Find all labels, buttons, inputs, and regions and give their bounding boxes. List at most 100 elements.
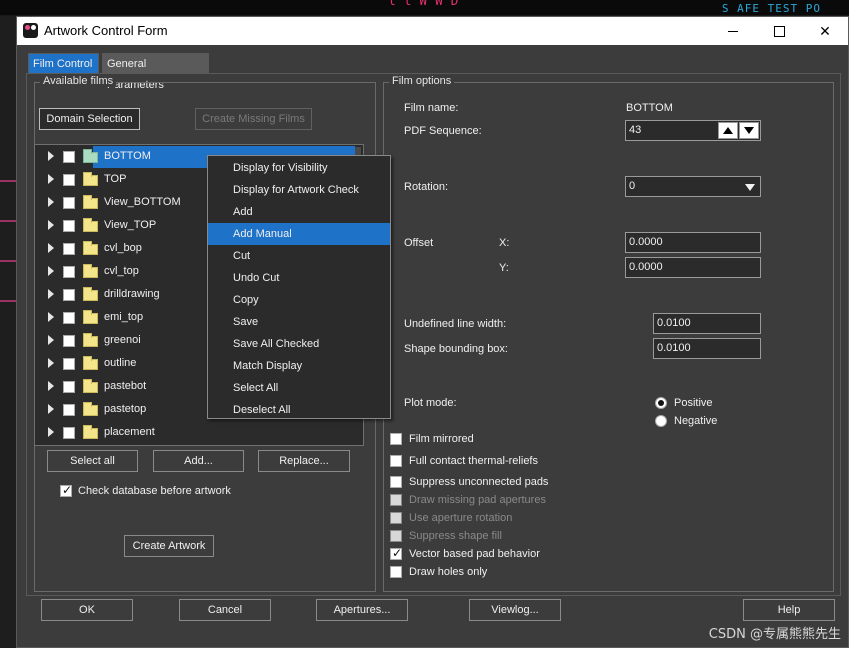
expand-arrow-icon[interactable] bbox=[48, 381, 54, 391]
help-button[interactable]: Help bbox=[743, 599, 835, 621]
close-button[interactable] bbox=[802, 17, 848, 45]
menu-item-select-all[interactable]: Select All bbox=[208, 377, 390, 399]
film-checkbox[interactable] bbox=[63, 151, 75, 163]
expand-arrow-icon[interactable] bbox=[48, 335, 54, 345]
shape-bounding-box-label: Shape bounding box: bbox=[404, 343, 508, 355]
offset-y-input[interactable]: 0.0000 bbox=[625, 257, 761, 278]
menu-item-deselect-all[interactable]: Deselect All bbox=[208, 399, 390, 421]
expand-arrow-icon[interactable] bbox=[48, 220, 54, 230]
film-checkbox[interactable] bbox=[63, 312, 75, 324]
expand-arrow-icon[interactable] bbox=[48, 151, 54, 161]
film-checkbox[interactable] bbox=[63, 266, 75, 278]
offset-x-label: X: bbox=[499, 237, 510, 249]
expand-arrow-icon[interactable] bbox=[48, 289, 54, 299]
apertures-button[interactable]: Apertures... bbox=[316, 599, 408, 621]
undefined-line-width-input[interactable]: 0.0100 bbox=[653, 313, 761, 334]
film-name: drilldrawing bbox=[104, 288, 160, 300]
film-name: cvl_bop bbox=[104, 242, 142, 254]
tab-general-parameters[interactable]: General Parameters bbox=[102, 53, 209, 91]
folder-icon bbox=[83, 264, 98, 278]
domain-selection-button[interactable]: Domain Selection bbox=[39, 108, 140, 130]
suppress-shape-fill-label: Suppress shape fill bbox=[409, 530, 502, 542]
draw-missing-pad-apertures-checkbox[interactable] bbox=[390, 494, 402, 506]
expand-arrow-icon[interactable] bbox=[48, 266, 54, 276]
menu-item-undo-cut[interactable]: Undo Cut bbox=[208, 267, 390, 289]
film-name: TOP bbox=[104, 173, 127, 185]
film-checkbox[interactable] bbox=[63, 174, 75, 186]
film-checkbox[interactable] bbox=[63, 404, 75, 416]
rotation-dropdown[interactable]: 0 bbox=[625, 176, 761, 197]
full-contact-thermal-reliefs-label: Full contact thermal-reliefs bbox=[409, 455, 538, 467]
film-name: outline bbox=[104, 357, 137, 369]
film-name: emi_top bbox=[104, 311, 144, 323]
expand-arrow-icon[interactable] bbox=[48, 427, 54, 437]
folder-icon bbox=[83, 149, 98, 163]
cancel-button[interactable]: Cancel bbox=[179, 599, 271, 621]
menu-item-match-display[interactable]: Match Display bbox=[208, 355, 390, 377]
maximize-button[interactable] bbox=[756, 17, 802, 45]
film-name: pastebot bbox=[104, 380, 147, 392]
use-aperture-rotation-checkbox[interactable] bbox=[390, 512, 402, 524]
film-checkbox[interactable] bbox=[63, 358, 75, 370]
menu-item-display-for-visibility[interactable]: Display for Visibility bbox=[208, 157, 390, 179]
film-checkbox[interactable] bbox=[63, 335, 75, 347]
select-all-button[interactable]: Select all bbox=[47, 450, 138, 472]
minimize-button[interactable] bbox=[710, 17, 756, 45]
plot-mode-negative-radio[interactable] bbox=[655, 415, 667, 427]
suppress-unconnected-pads-checkbox[interactable] bbox=[390, 476, 402, 488]
folder-icon bbox=[83, 379, 98, 393]
menu-item-display-for-artwork-check[interactable]: Display for Artwork Check bbox=[208, 179, 390, 201]
tree-item-placement[interactable]: placement bbox=[35, 422, 353, 444]
plot-mode-positive-label: Positive bbox=[674, 397, 713, 409]
film-checkbox[interactable] bbox=[63, 427, 75, 439]
film-name: BOTTOM bbox=[104, 150, 151, 162]
vector-based-pad-behavior-checkbox[interactable] bbox=[390, 546, 402, 560]
rotation-value: 0 bbox=[629, 180, 636, 192]
replace-button[interactable]: Replace... bbox=[258, 450, 350, 472]
folder-icon bbox=[83, 172, 98, 186]
pdf-sequence-input[interactable]: 43 bbox=[625, 120, 761, 141]
expand-arrow-icon[interactable] bbox=[48, 197, 54, 207]
draw-holes-only-checkbox[interactable] bbox=[390, 566, 402, 578]
film-name-value: BOTTOM bbox=[626, 102, 673, 114]
expand-arrow-icon[interactable] bbox=[48, 243, 54, 253]
menu-item-copy[interactable]: Copy bbox=[208, 289, 390, 311]
artwork-control-dialog: Artwork Control Form Film Control Genera… bbox=[16, 16, 849, 648]
check-database-checkbox[interactable] bbox=[60, 483, 72, 497]
expand-arrow-icon[interactable] bbox=[48, 404, 54, 414]
create-missing-films-button[interactable]: Create Missing Films bbox=[195, 108, 312, 130]
menu-item-add-manual[interactable]: Add Manual bbox=[208, 223, 390, 245]
spin-down-icon[interactable] bbox=[739, 122, 759, 139]
plot-mode-positive-radio[interactable] bbox=[655, 397, 667, 409]
suppress-shape-fill-checkbox[interactable] bbox=[390, 530, 402, 542]
app-icon bbox=[23, 23, 38, 38]
spin-up-icon[interactable] bbox=[718, 122, 738, 139]
film-mirrored-checkbox[interactable] bbox=[390, 433, 402, 445]
menu-item-cut[interactable]: Cut bbox=[208, 245, 390, 267]
film-name: placement bbox=[104, 426, 155, 438]
ok-button[interactable]: OK bbox=[41, 599, 133, 621]
film-checkbox[interactable] bbox=[63, 220, 75, 232]
menu-item-save[interactable]: Save bbox=[208, 311, 390, 333]
menu-item-add[interactable]: Add bbox=[208, 201, 390, 223]
expand-arrow-icon[interactable] bbox=[48, 174, 54, 184]
pdf-sequence-value: 43 bbox=[629, 124, 642, 136]
film-checkbox[interactable] bbox=[63, 289, 75, 301]
film-checkbox[interactable] bbox=[63, 243, 75, 255]
full-contact-thermal-reliefs-checkbox[interactable] bbox=[390, 455, 402, 467]
folder-icon bbox=[83, 287, 98, 301]
create-artwork-button[interactable]: Create Artwork bbox=[124, 535, 214, 557]
context-menu: Display for Visibility Display for Artwo… bbox=[207, 155, 391, 419]
title-bar[interactable]: Artwork Control Form bbox=[17, 17, 848, 45]
menu-item-save-all-checked[interactable]: Save All Checked bbox=[208, 333, 390, 355]
viewlog-button[interactable]: Viewlog... bbox=[469, 599, 561, 621]
shape-bounding-box-input[interactable]: 0.0100 bbox=[653, 338, 761, 359]
expand-arrow-icon[interactable] bbox=[48, 312, 54, 322]
expand-arrow-icon[interactable] bbox=[48, 358, 54, 368]
film-checkbox[interactable] bbox=[63, 197, 75, 209]
offset-x-input[interactable]: 0.0000 bbox=[625, 232, 761, 253]
film-checkbox[interactable] bbox=[63, 381, 75, 393]
draw-holes-only-label: Draw holes only bbox=[409, 566, 488, 578]
tab-film-control[interactable]: Film Control bbox=[28, 53, 99, 74]
add-button[interactable]: Add... bbox=[153, 450, 244, 472]
